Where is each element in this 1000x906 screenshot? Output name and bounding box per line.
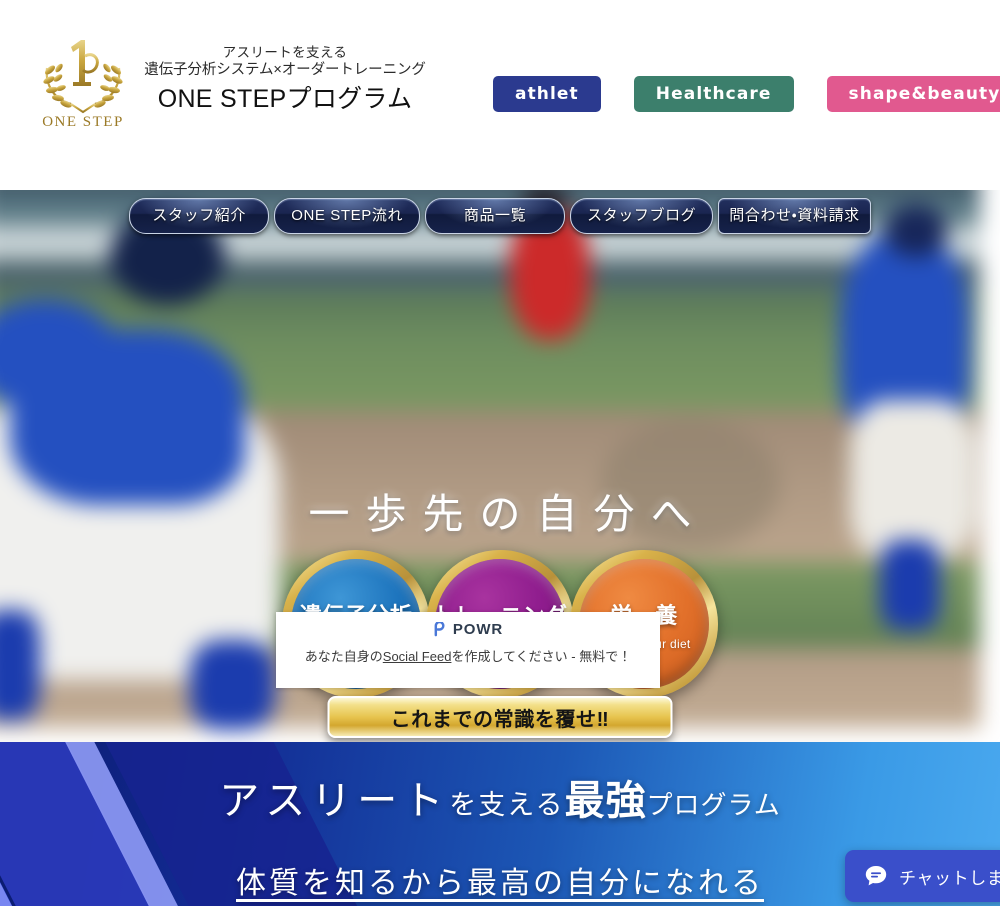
category-pill-nav: athlet Healthcare shape&beauty: [493, 76, 1000, 112]
hero-gold-banner-text: これまでの常識を覆せ‼: [390, 708, 610, 731]
promo-headline: アスリートを支える最強プログラム: [0, 768, 1000, 826]
powr-social-feed-widget[interactable]: POWR あなた自身のSocial Feedを作成してください - 無料で！: [276, 612, 660, 688]
chat-bubble-icon: [865, 866, 887, 886]
powr-message-post: を作成してください - 無料で！: [451, 649, 632, 664]
header-text-block: アスリートを支える 遺伝子分析システム×オーダートレーニング ONE STEPプ…: [135, 44, 435, 115]
one-step-logo[interactable]: ONE STEP: [33, 34, 133, 128]
pill-athlet[interactable]: athlet: [493, 76, 601, 112]
promo-headline-part2: を支える: [449, 790, 565, 820]
page-root: ONE STEP アスリートを支える 遺伝子分析システム×オーダートレーニング …: [0, 0, 1000, 906]
main-navigation: スタッフ紹介 ONE STEP流れ 商品一覧 スタッフブログ 問合わせ・資料請求: [0, 198, 1000, 234]
nav-item-staff-intro[interactable]: スタッフ紹介: [129, 198, 270, 234]
svg-text:ONE STEP: ONE STEP: [42, 114, 124, 128]
chat-widget-label: チャットしまし: [899, 868, 1000, 888]
nav-item-one-step-flow[interactable]: ONE STEP流れ: [274, 198, 421, 234]
page-title: ONE STEPプログラム: [157, 85, 413, 113]
nav-item-product-list[interactable]: 商品一覧: [425, 198, 566, 234]
nav-item-staff-blog[interactable]: スタッフブログ: [570, 198, 714, 234]
powr-brand-text: POWR: [452, 621, 504, 638]
powr-message-pre: あなた自身の: [304, 649, 383, 664]
pill-healthcare[interactable]: Healthcare: [633, 76, 794, 112]
promo-headline-part3: 最強: [564, 778, 647, 823]
powr-message: あなた自身のSocial Feedを作成してください - 無料で！: [303, 647, 633, 666]
powr-brand: POWR: [433, 621, 503, 638]
powr-logo-icon: [434, 622, 445, 637]
header-tagline-line2: 遺伝子分析システム×オーダートレーニング: [144, 62, 426, 78]
promo-headline-part4: プログラム: [646, 791, 781, 820]
promo-headline-part1: アスリート: [219, 778, 450, 823]
laurel-wreath-logo-icon: ONE STEP: [42, 40, 124, 128]
hero-gold-banner: これまでの常識を覆せ‼: [327, 696, 673, 738]
powr-message-link[interactable]: Social Feed: [383, 649, 452, 664]
pill-shape-beauty[interactable]: shape&beauty: [826, 76, 1000, 112]
chat-widget-button[interactable]: チャットしまし: [845, 850, 1000, 902]
site-header: ONE STEP アスリートを支える 遺伝子分析システム×オーダートレーニング …: [0, 0, 1000, 190]
header-tagline-line1: アスリートを支える: [222, 45, 348, 60]
hero-headline: 一歩先の自分へ: [308, 491, 708, 537]
nav-item-contact-request[interactable]: 問合わせ・資料請求: [718, 198, 871, 234]
